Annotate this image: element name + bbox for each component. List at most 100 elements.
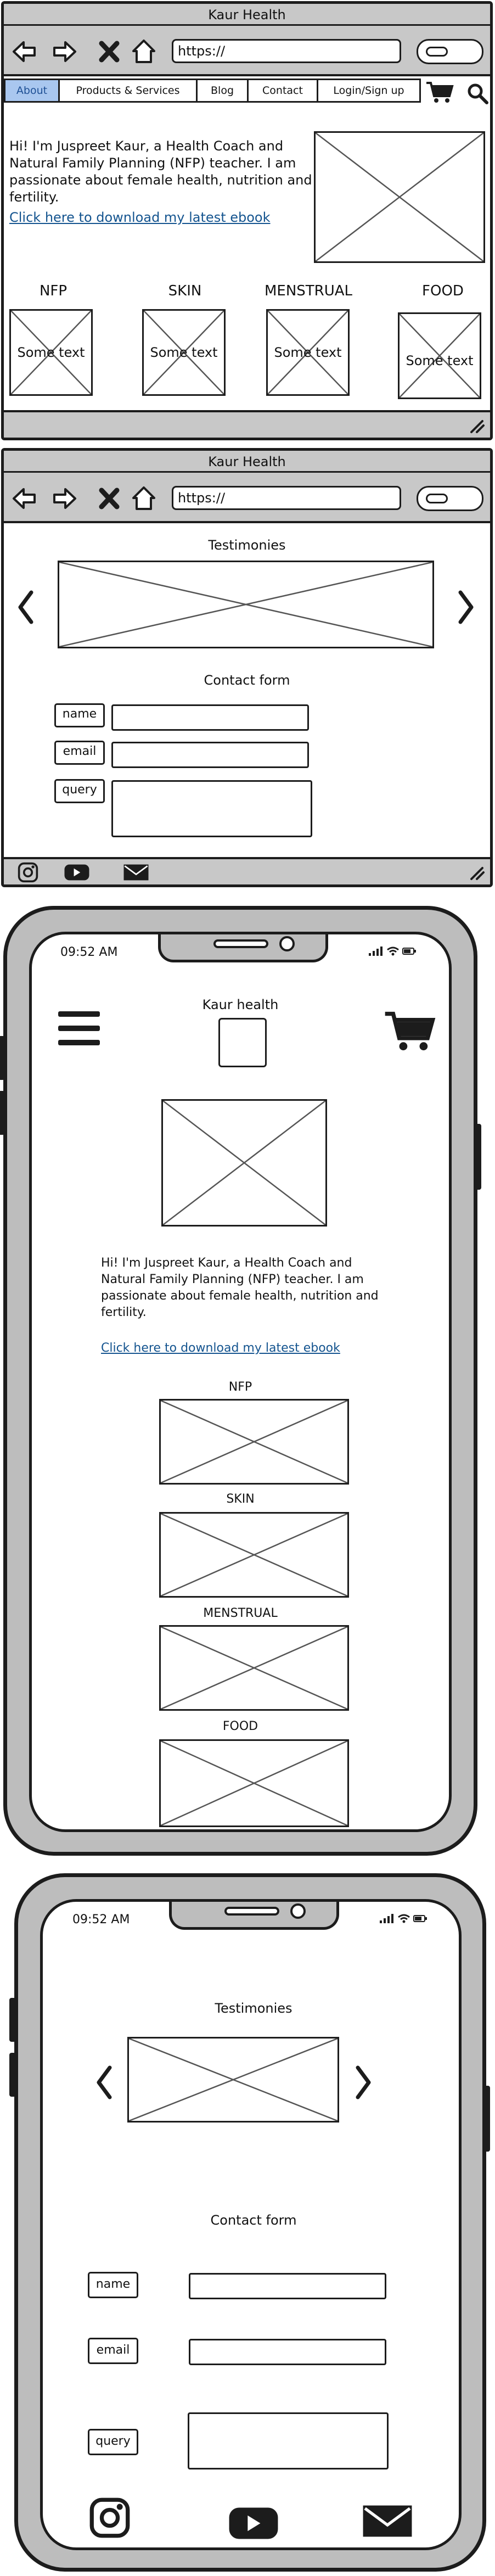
category-title-menstrual: MENSTRUAL (264, 283, 353, 299)
phone-side-button (9, 1998, 16, 2042)
logo-placeholder (218, 1018, 267, 1067)
nav-tab-about[interactable]: About (4, 79, 60, 103)
forward-arrow-icon[interactable] (51, 38, 78, 65)
category-title-nfp: NFP (228, 1380, 252, 1394)
category-title-skin: SKIN (226, 1492, 255, 1506)
name-input[interactable] (189, 2273, 386, 2299)
back-arrow-icon[interactable] (10, 485, 38, 512)
ebook-link[interactable]: Click here to download my latest ebook (101, 1340, 397, 1357)
phone-notch (158, 934, 328, 962)
testimonies-title: Testimonies (215, 2001, 292, 2016)
field-label-email: email (88, 2338, 138, 2364)
phone-side-button (0, 1091, 5, 1135)
url-input[interactable]: https:// (172, 39, 401, 63)
status-signal-wifi-battery-icon (369, 947, 416, 956)
nav-tab-contact[interactable]: Contact (247, 79, 318, 103)
phone-side-button (9, 2053, 16, 2097)
search-icon[interactable] (466, 82, 489, 105)
testimony-image-placeholder (127, 2037, 339, 2123)
category-caption: Some text (150, 345, 218, 360)
phone-side-button (475, 1124, 481, 1190)
category-caption: Some text (17, 345, 85, 360)
category-card-menstrual[interactable]: Some text (266, 309, 350, 396)
resize-grip-icon[interactable] (467, 418, 486, 434)
email-icon[interactable] (361, 2500, 414, 2542)
main-nav: About Products & Services Blog Contact L… (4, 79, 421, 103)
cart-icon[interactable] (383, 1009, 436, 1053)
mobile-home-phone: 09:52 AM Kaur health Hi! I'm Juspreet Ka… (0, 906, 481, 1856)
status-signal-wifi-battery-icon (380, 1914, 427, 1923)
category-title-nfp: NFP (39, 283, 68, 299)
chevron-right-icon[interactable] (352, 2063, 374, 2102)
mobile-contact-phone: 09:52 AM Testimonies Contact form name e… (9, 1873, 490, 2572)
email-icon[interactable] (121, 863, 151, 882)
back-arrow-icon[interactable] (10, 38, 38, 65)
hero-image-placeholder (161, 1099, 327, 1227)
category-card-food[interactable]: Some text (398, 312, 481, 399)
resize-grip-icon[interactable] (467, 865, 486, 881)
nav-tab-login[interactable]: Login/Sign up (317, 79, 421, 103)
email-input[interactable] (111, 742, 309, 768)
mobile-contact-screen: 09:52 AM Testimonies Contact form name e… (40, 1899, 462, 2550)
youtube-icon[interactable] (62, 863, 92, 882)
desktop-contact-window: Kaur Health https:// Testimonies Contact… (1, 448, 493, 887)
testimonies-title: Testimonies (208, 537, 286, 553)
chevron-left-icon[interactable] (93, 2063, 115, 2102)
email-input[interactable] (189, 2339, 386, 2365)
category-card-skin[interactable]: Some text (142, 309, 226, 396)
category-card-food[interactable] (159, 1739, 349, 1827)
field-label-query: query (88, 2429, 138, 2455)
phone-side-button (0, 1036, 5, 1080)
intro-text: Hi! I'm Juspreet Kaur, a Health Coach an… (101, 1256, 379, 1319)
desktop-home-window: Kaur Health https:// About Products & Se… (1, 1, 493, 440)
contact-form-title: Contact form (204, 673, 290, 688)
close-x-icon[interactable] (98, 38, 120, 65)
status-time: 09:52 AM (72, 1913, 130, 1927)
category-card-skin[interactable] (159, 1512, 349, 1598)
browser-search-field[interactable] (417, 39, 483, 64)
category-caption: Some text (406, 353, 474, 369)
nav-tab-products[interactable]: Products & Services (58, 79, 198, 103)
browser-search-field[interactable] (417, 486, 483, 511)
hero-image-placeholder (314, 131, 485, 263)
forward-arrow-icon[interactable] (51, 485, 78, 512)
footer-bar (4, 857, 490, 884)
window-title: Kaur Health (4, 4, 490, 26)
field-label-email: email (54, 741, 105, 765)
chevron-right-icon[interactable] (455, 588, 477, 626)
instagram-icon[interactable] (88, 2496, 132, 2540)
browser-toolbar: https:// (4, 26, 490, 76)
window-title: Kaur Health (4, 451, 490, 473)
query-textarea[interactable] (188, 2412, 389, 2469)
close-x-icon[interactable] (98, 485, 120, 512)
category-caption: Some text (274, 345, 342, 360)
category-title-menstrual: MENSTRUAL (203, 1606, 278, 1620)
phone-side-button (483, 2086, 490, 2152)
cart-icon[interactable] (425, 81, 454, 104)
query-textarea[interactable] (111, 780, 312, 837)
phone-speaker (213, 939, 268, 948)
name-input[interactable] (111, 704, 309, 731)
field-label-query: query (54, 779, 105, 803)
hamburger-menu-icon[interactable] (57, 1009, 101, 1048)
home-icon[interactable] (130, 485, 158, 512)
contact-form-title: Contact form (210, 2213, 297, 2228)
category-card-nfp[interactable]: Some text (9, 309, 93, 396)
home-icon[interactable] (130, 38, 158, 65)
phone-notch (169, 1902, 339, 1930)
chevron-left-icon[interactable] (15, 588, 37, 626)
category-title-skin: SKIN (168, 283, 202, 299)
category-card-menstrual[interactable] (159, 1625, 349, 1711)
url-input[interactable]: https:// (172, 486, 401, 510)
youtube-icon[interactable] (227, 2504, 280, 2543)
category-title-food: FOOD (222, 1720, 258, 1733)
category-card-nfp[interactable] (159, 1399, 349, 1485)
ebook-link[interactable]: Click here to download my latest ebook (9, 209, 317, 226)
nav-tab-blog[interactable]: Blog (196, 79, 249, 103)
field-label-name: name (88, 2272, 138, 2298)
field-label-name: name (54, 703, 105, 727)
browser-toolbar: https:// (4, 473, 490, 523)
category-title-food: FOOD (422, 283, 464, 299)
instagram-icon[interactable] (16, 861, 40, 883)
phone-camera (279, 936, 295, 951)
